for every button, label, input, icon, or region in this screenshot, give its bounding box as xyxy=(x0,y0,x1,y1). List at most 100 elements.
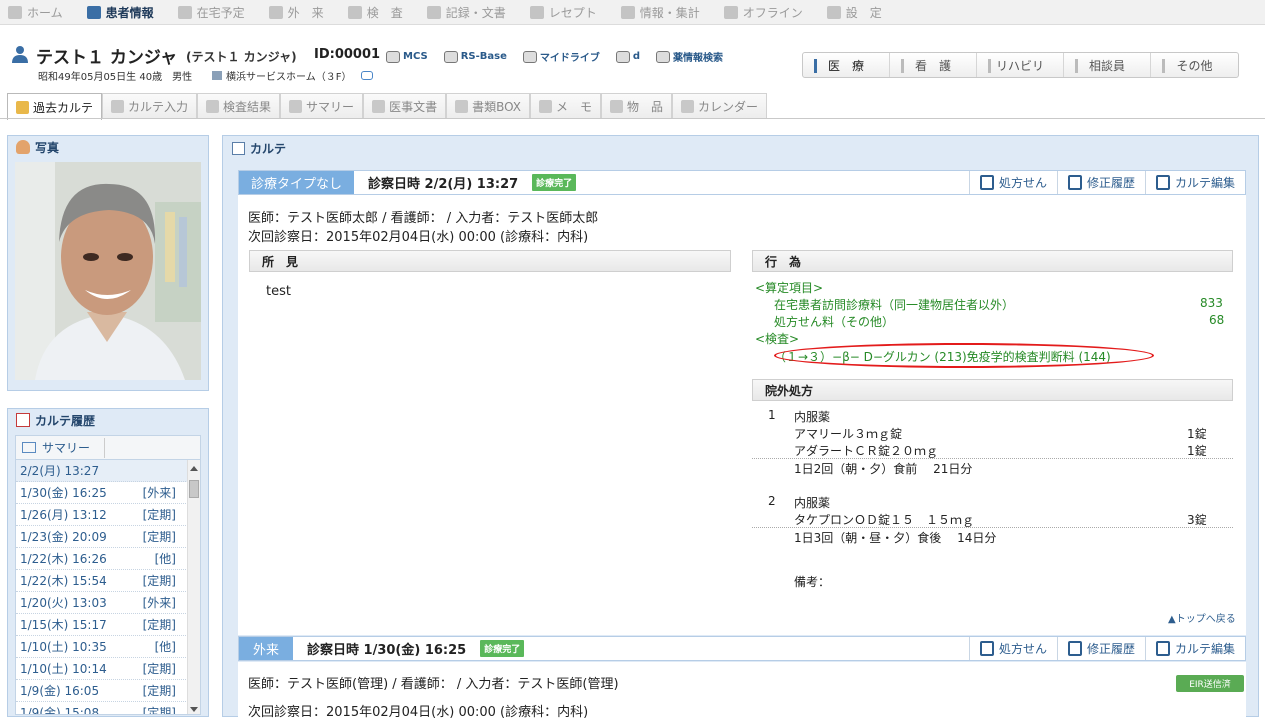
wrench-icon xyxy=(826,5,841,19)
home-icon xyxy=(8,5,22,19)
findings-text: test xyxy=(266,284,291,299)
history-row[interactable]: 1/30(金) 16:25 [外来] xyxy=(16,482,200,504)
history-list: サマリー 2/2(月) 13:27 1/30(金) 16:25 [外来] 1/26… xyxy=(15,435,201,715)
status-badge: 診療完了 xyxy=(532,174,577,191)
history-row[interactable]: 1/22(木) 15:54 [定期] xyxy=(16,570,200,592)
nav-home-visit[interactable]: 在宅予定 xyxy=(177,4,245,21)
actions-header: 行 為 xyxy=(752,250,1233,272)
nav-info-stats[interactable]: 情報・集計 xyxy=(620,4,700,21)
dept-rehab[interactable]: リハビリ xyxy=(977,53,1064,77)
tab-exam-results[interactable]: 検査結果 xyxy=(197,93,281,119)
edit-icon xyxy=(1155,175,1170,190)
dept-medical[interactable]: 医 療 xyxy=(803,53,890,77)
monitor-icon xyxy=(620,5,635,19)
highlight-annotation xyxy=(774,343,1154,368)
link-my-drive[interactable]: マイドライブ xyxy=(522,49,600,64)
nav-settings[interactable]: 設 定 xyxy=(826,4,882,21)
printer-icon xyxy=(1067,641,1082,656)
status-badge: 診療完了 xyxy=(480,640,525,657)
rx-drug-qty: 1錠 xyxy=(1187,427,1207,441)
rx-drug-name: アマリール３ｍｇ錠 xyxy=(794,427,903,441)
patient-kana: (テスト１ カンジャ) xyxy=(186,50,297,64)
dept-nursing[interactable]: 看 護 xyxy=(890,53,977,77)
edit-karte-button[interactable]: カルテ編集 xyxy=(1144,171,1245,194)
calc-item-name: 在宅患者訪問診療料（同一建物居住者以外） xyxy=(774,298,1015,312)
history-row[interactable]: 1/9(金) 15:08 [定期] xyxy=(16,702,200,714)
history-summary-tab[interactable]: サマリー xyxy=(16,436,200,460)
tab-past-karte[interactable]: 過去カルテ xyxy=(7,93,103,120)
scroll-up-icon[interactable] xyxy=(190,466,198,471)
tab-calendar[interactable]: カレンダー xyxy=(672,93,768,119)
photo-panel-title: 写真 xyxy=(35,140,60,155)
nav-patient-info[interactable]: 患者情報 xyxy=(86,4,154,21)
building-icon xyxy=(212,71,222,80)
history-row[interactable]: 1/20(火) 13:03 [外来] xyxy=(16,592,200,614)
entry-type: 外来 xyxy=(239,637,294,660)
history-row[interactable]: 1/15(木) 15:17 [定期] xyxy=(16,614,200,636)
karte-panel-title: カルテ xyxy=(250,141,287,156)
dept-counselor[interactable]: 相談員 xyxy=(1064,53,1151,77)
database-icon xyxy=(522,50,537,63)
pen-icon xyxy=(539,100,552,113)
clock-icon xyxy=(177,5,192,19)
tab-memo[interactable]: メ モ xyxy=(530,93,602,119)
eir-sent-button[interactable]: EIR送信済 xyxy=(1176,675,1244,692)
tab-medical-docs[interactable]: 医事文書 xyxy=(363,93,447,119)
prescription-button[interactable]: 処方せん xyxy=(968,637,1057,660)
nav-offline[interactable]: オフライン xyxy=(723,4,803,21)
person-icon xyxy=(12,46,28,63)
cloud-icon xyxy=(529,5,544,19)
entry-date: 診察日時 1/30(金) 16:25 xyxy=(307,643,467,658)
tab-summary[interactable]: サマリー xyxy=(280,93,364,119)
card-icon xyxy=(268,5,283,19)
chart-icon xyxy=(347,5,362,19)
history-row[interactable]: 1/10(土) 10:35 [他] xyxy=(16,636,200,658)
link-rs-base[interactable]: RS-Base xyxy=(443,49,507,64)
patient-name: テスト１ カンジャ xyxy=(36,48,178,68)
database-icon xyxy=(443,50,458,63)
tab-document-box[interactable]: 書類BOX xyxy=(446,93,530,119)
tab-items[interactable]: 物 品 xyxy=(601,93,673,119)
nav-home[interactable]: ホーム xyxy=(8,4,63,21)
history-row[interactable]: 2/2(月) 13:27 xyxy=(16,460,200,482)
nav-outpatient[interactable]: 外 来 xyxy=(268,4,324,21)
rx-drug-qty: 3錠 xyxy=(1187,513,1207,527)
entry-date: 診察日時 2/2(月) 13:27 xyxy=(368,177,519,192)
link-drug-search[interactable]: 薬情報検索 xyxy=(656,49,723,64)
next-visit: 次回診察日：2015年02月04日(水) 00:00 (診療科：内科) xyxy=(248,230,589,245)
next-visit: 次回診察日：2015年02月04日(水) 00:00 (診療科：内科) xyxy=(248,705,589,720)
database-icon xyxy=(615,50,630,63)
history-row[interactable]: 1/22(木) 16:26 [他] xyxy=(16,548,200,570)
patient-id: ID:00001 xyxy=(314,47,381,62)
edit-icon xyxy=(232,141,245,155)
history-row[interactable]: 1/9(金) 16:05 [定期] xyxy=(16,680,200,702)
dept-other[interactable]: その他 xyxy=(1151,53,1238,77)
scroll-thumb[interactable] xyxy=(189,480,199,498)
document-icon xyxy=(979,175,994,190)
tab-karte-input[interactable]: カルテ入力 xyxy=(102,93,198,119)
nav-exam[interactable]: 検 査 xyxy=(347,4,403,21)
patient-facility: 横浜サービスホーム（３F） xyxy=(212,68,374,83)
rx-usage: 1日2回（朝・夕）食前 21日分 xyxy=(794,462,973,476)
calendar-icon xyxy=(16,413,30,427)
revision-history-button[interactable]: 修正履歴 xyxy=(1056,171,1145,194)
revision-history-button[interactable]: 修正履歴 xyxy=(1056,637,1145,660)
history-scrollbar[interactable] xyxy=(187,460,200,714)
link-d[interactable]: d xyxy=(615,49,640,64)
history-row[interactable]: 1/10(土) 10:14 [定期] xyxy=(16,658,200,680)
link-mcs[interactable]: MCS xyxy=(386,49,428,64)
scroll-down-icon[interactable] xyxy=(190,707,198,712)
history-row[interactable]: 1/26(月) 13:12 [定期] xyxy=(16,504,200,526)
nav-receipt[interactable]: レセプト xyxy=(529,4,597,21)
back-to-top-link[interactable]: ▲トップへ戻る xyxy=(1168,610,1236,625)
department-switcher: 医 療 看 護 リハビリ 相談員 その他 xyxy=(802,52,1239,78)
nav-records[interactable]: 記録・文書 xyxy=(426,4,506,21)
history-row[interactable]: 1/23(金) 20:09 [定期] xyxy=(16,526,200,548)
box-icon xyxy=(455,100,469,113)
summary-icon xyxy=(22,442,36,453)
outside-prescription-header: 院外処方 xyxy=(752,379,1233,401)
prescription-button[interactable]: 処方せん xyxy=(968,171,1057,194)
edit-karte-button[interactable]: カルテ編集 xyxy=(1144,637,1245,660)
chat-icon[interactable] xyxy=(361,71,374,80)
karte-entry-header: 外来 診察日時 1/30(金) 16:25 診療完了 処方せん 修正履歴 カルテ… xyxy=(238,636,1246,661)
